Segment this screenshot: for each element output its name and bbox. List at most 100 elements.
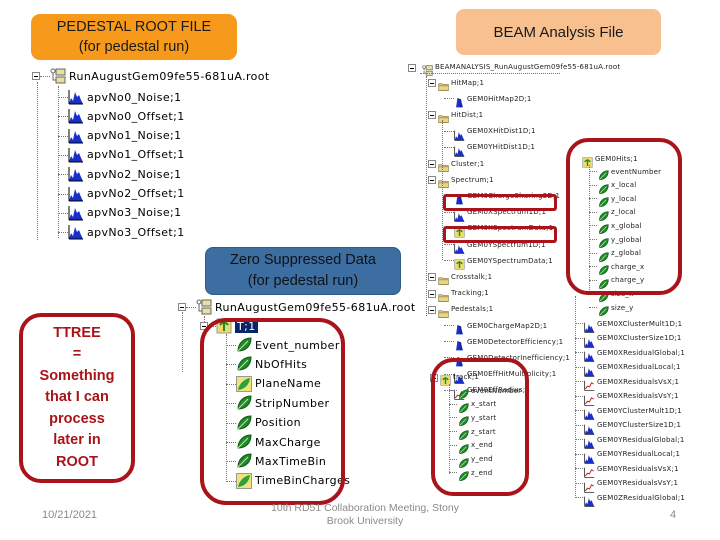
tree-connector-line	[444, 130, 454, 132]
ttree-explanation-box: TTREE = Something that I can process later in…	[19, 313, 135, 483]
pedestal-histogram-item[interactable]: apvNo0_Offset;1	[68, 108, 185, 124]
collapse-toggle[interactable]	[428, 273, 436, 282]
collapse-toggle[interactable]	[32, 72, 40, 80]
beam-right-item[interactable]: GEM0YClusterMult1D;1	[584, 405, 682, 420]
pedestal-histogram-item[interactable]: apvNo3_Offset;1	[68, 224, 185, 240]
collapse-toggle[interactable]	[428, 305, 436, 314]
leaf-icon	[598, 302, 609, 316]
histogram-1d-icon	[68, 89, 84, 105]
collapse-toggle[interactable]	[428, 79, 436, 87]
histogram-1d-icon	[68, 147, 84, 163]
beam-tree-item[interactable]: Spectrum;1	[438, 174, 494, 189]
spectrum-data-x-highlight	[443, 194, 557, 211]
tree-connector-line	[575, 395, 583, 397]
pedestal-histogram-item[interactable]: apvNo2_Noise;1	[68, 166, 182, 182]
collapse-toggle[interactable]	[408, 64, 416, 72]
pedestal-histogram-item-label: apvNo3_Offset;1	[87, 225, 185, 239]
pedestal-histogram-item[interactable]: apvNo1_Offset;1	[68, 147, 185, 163]
beam-right-item[interactable]: GEM0XClusterMult1D;1	[584, 318, 682, 333]
beam-right-item[interactable]: GEM0XClusterSize1D;1	[584, 333, 682, 348]
tree-connector-line	[575, 323, 583, 324]
beam-tree-item[interactable]: HitMap;1	[438, 77, 484, 91]
tree-connector-line	[575, 453, 583, 455]
collapse-toggle[interactable]	[428, 111, 436, 120]
beam-right-item[interactable]: GEM0XResidualsVsX;1	[584, 376, 680, 391]
beam-right-item[interactable]: GEM0YResidualsVsX;1	[584, 463, 679, 478]
beam-right-item[interactable]: GEM0XResidualsVsY;1	[584, 391, 679, 406]
folder-icon	[438, 77, 449, 91]
zs-root-file[interactable]: RunAugustGem09fe55-681uA.root	[196, 299, 416, 315]
beam-right-item-label: GEM0ZResidualGlobal;1	[597, 493, 686, 502]
beam-tree-item[interactable]: Tracking;1	[438, 288, 489, 302]
beam-tree-item[interactable]: Crosstalk;1	[438, 271, 493, 286]
beam-right-item[interactable]: GEM0YClusterSize1D;1	[584, 420, 681, 435]
histogram-1d-icon	[68, 128, 84, 144]
histogram-1d-icon	[584, 347, 595, 362]
beam-tree-item-label: Pedestals;1	[451, 305, 494, 314]
pedestal-histogram-item[interactable]: apvNo1_Noise;1	[68, 128, 182, 144]
tree-connector-line	[58, 86, 59, 238]
beam-tree-item[interactable]: Cluster;1	[438, 158, 484, 172]
collapse-toggle[interactable]	[178, 303, 186, 311]
beam-right-item[interactable]: GEM0ZResidualGlobal;1	[584, 492, 686, 507]
footer-meeting-line1: 10th RD51 Collaboration Meeting, Stony	[271, 502, 459, 514]
ttree-icon	[454, 255, 465, 270]
beam-tree-item[interactable]: GEM0YSpectrumData;1	[454, 255, 553, 270]
tree-connector-line	[444, 341, 454, 343]
histogram-2d-icon	[454, 93, 465, 108]
pedestal-histogram-item[interactable]: apvNo2_Offset;1	[68, 186, 185, 202]
pedestal-histogram-item-label: apvNo3_Noise;1	[87, 206, 182, 220]
histogram-2d-icon	[454, 320, 465, 335]
folder-icon	[438, 109, 449, 124]
beam-right-item-label: GEM0XResidualLocal;1	[597, 363, 681, 371]
beam-right-item-label: GEM0YResidualLocal;1	[597, 450, 681, 458]
beam-right-item[interactable]: GEM0YResidualLocal;1	[584, 449, 681, 464]
footer-date: 10/21/2021	[42, 509, 98, 521]
tree-connector-line	[58, 232, 68, 234]
ttree-text-line: ROOT	[56, 453, 98, 470]
beam-right-item-label: GEM0XResidualGlobal;1	[597, 348, 686, 357]
beam-tree-item-label: HitDist;1	[451, 110, 484, 119]
beam-tree-item-label: Crosstalk;1	[451, 272, 493, 281]
beam-right-item[interactable]: GEM0YResidualGlobal;1	[584, 434, 685, 449]
beam-tree-item-label: GEM0XHitDist1D;1	[467, 127, 536, 136]
collapse-toggle[interactable]	[428, 176, 436, 185]
beam-tree-item[interactable]: GEM0ChargeMap2D;1	[454, 320, 547, 335]
beam-root-file[interactable]: BEAMANALYSIS_RunAugustGem09fe55-681uA.ro…	[422, 61, 620, 76]
beam-tree-item[interactable]: GEM0DetectorEfficiency;1	[454, 336, 563, 351]
root-file-icon	[50, 68, 66, 84]
beam-tree-item[interactable]: GEM0HitMap2D;1	[454, 93, 532, 108]
histogram-1d-icon	[454, 126, 465, 141]
tree-connector-line	[444, 325, 454, 326]
histogram-1d-icon	[584, 449, 595, 464]
tree-connector-line	[444, 146, 454, 148]
ttree-text-line: TTREE	[53, 324, 101, 341]
beam-tree-item-label: Tracking;1	[451, 289, 489, 298]
beam-right-item-label: GEM0XResidualsVsX;1	[597, 377, 680, 386]
histogram-1d-icon	[68, 205, 84, 221]
pedestal-root-file[interactable]: RunAugustGem09fe55-681uA.root	[50, 68, 270, 84]
pedestal-root-file-callout: PEDESTAL ROOT FILE (for pedestal run)	[31, 14, 237, 60]
beam-right-item[interactable]: GEM0XResidualGlobal;1	[584, 347, 686, 362]
gem-hits-branch-item[interactable]: size_y	[598, 302, 633, 316]
beam-tree-item[interactable]: GEM0YHitDist1D;1	[454, 142, 535, 157]
pedestal-histogram-item[interactable]: apvNo3_Noise;1	[68, 205, 182, 221]
beam-tree-item[interactable]: HitDist;1	[438, 109, 484, 124]
beam-tree-item[interactable]: Pedestals;1	[438, 304, 494, 318]
track-tree-highlight	[431, 358, 529, 496]
histogram-1d-icon	[584, 318, 595, 333]
zero-callout-line2: (for pedestal run)	[247, 273, 359, 289]
pedestal-histogram-item[interactable]: apvNo0_Noise;1	[68, 89, 182, 105]
collapse-toggle[interactable]	[428, 160, 436, 168]
collapse-toggle[interactable]	[428, 289, 436, 298]
folder-icon	[438, 304, 449, 318]
tree-connector-line	[444, 211, 454, 213]
beam-right-item[interactable]: GEM0XResidualLocal;1	[584, 362, 681, 377]
beam-right-item-label: GEM0XResidualsVsY;1	[597, 392, 679, 400]
root-file-icon	[196, 299, 212, 315]
zero-suppressed-callout: Zero Suppressed Data (for pedestal run)	[205, 247, 401, 295]
beam-tree-item[interactable]: GEM0XHitDist1D;1	[454, 126, 536, 141]
graph-icon	[584, 478, 595, 493]
beam-analysis-callout: BEAM Analysis File	[456, 9, 661, 55]
beam-right-item[interactable]: GEM0YResidualsVsY;1	[584, 478, 678, 493]
